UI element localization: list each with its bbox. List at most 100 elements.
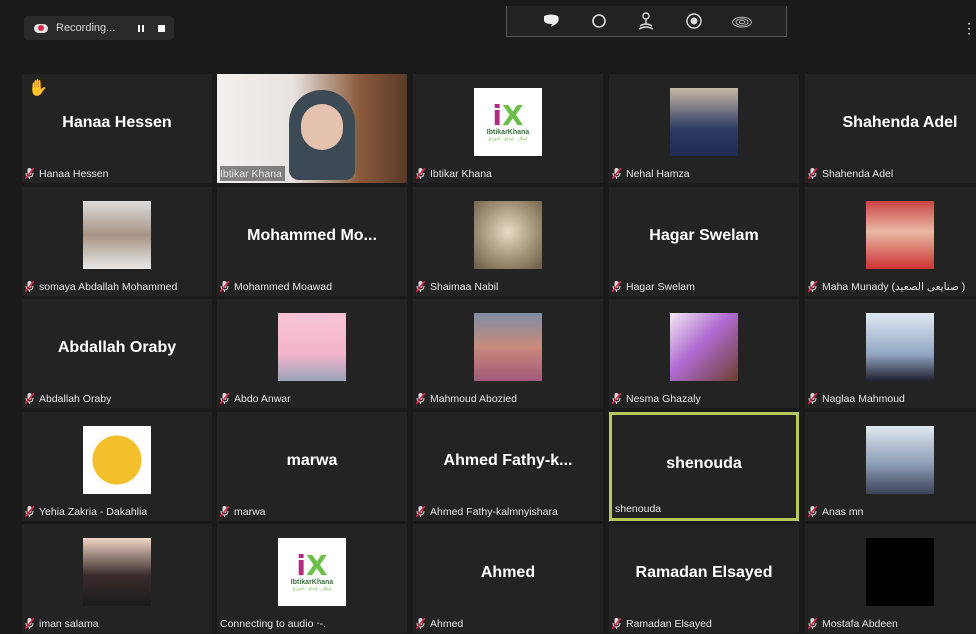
- muted-mic-icon: [416, 393, 425, 404]
- participant-name: iman salama: [39, 617, 99, 630]
- participant-photo: [83, 201, 151, 269]
- muted-mic-icon: [612, 281, 621, 292]
- participant-tile[interactable]: Ramadan Elsayed Ramadan Elsayed: [609, 524, 799, 633]
- participant-name: marwa: [234, 505, 266, 518]
- participant-photo: [670, 88, 738, 156]
- participant-name-label: Yehia Zakria - Dakahlia: [25, 504, 147, 519]
- participant-name-label: Anas mn: [808, 504, 863, 519]
- muted-mic-icon: [808, 393, 817, 404]
- participant-name: Ahmed Fathy-kalmnyishara: [430, 505, 558, 518]
- participant-tile[interactable]: Abdallah Oraby Abdallah Oraby: [22, 299, 212, 408]
- participant-tile[interactable]: Yehia Zakria - Dakahlia: [22, 412, 212, 521]
- participant-name: Nesma Ghazaly: [626, 392, 701, 405]
- participant-display-name: Hagar Swelam: [649, 227, 759, 244]
- participant-tile[interactable]: marwa marwa: [217, 412, 407, 521]
- muted-mic-icon: [808, 506, 817, 517]
- participant-tile[interactable]: Mahmoud Abozied: [413, 299, 603, 408]
- participant-photo: iX IbtikarKhana ابتكار · إبداع · اختراع: [278, 538, 346, 606]
- recording-label: Recording...: [56, 22, 116, 34]
- participant-name-label: Ibtikar Khana: [220, 166, 285, 181]
- participant-display-name: Abdallah Oraby: [57, 339, 177, 356]
- participant-tile[interactable]: Naglaa Mahmoud: [805, 299, 976, 408]
- circle-icon[interactable]: [588, 10, 610, 32]
- meeting-window: Recording... ⋮ ✋ Hanaa Hessen Hanaa Hessen…: [6, 6, 976, 634]
- participant-photo: [670, 313, 738, 381]
- participant-name: Abdo Anwar: [234, 392, 291, 405]
- participant-tile[interactable]: Mostafa Abdeen: [805, 524, 976, 633]
- participant-display-name: shenouda: [666, 455, 742, 472]
- participant-name-label: Nehal Hamza: [612, 166, 690, 181]
- stop-recording-button[interactable]: [154, 21, 168, 35]
- record-icon[interactable]: [683, 10, 705, 32]
- muted-mic-icon: [220, 506, 229, 517]
- signal-icon[interactable]: [731, 10, 753, 32]
- pause-recording-button[interactable]: [134, 21, 148, 35]
- participant-name-label: iman salama: [25, 616, 99, 631]
- muted-mic-icon: [220, 281, 229, 292]
- participant-name-label: Shahenda Adel: [808, 166, 893, 181]
- participant-name: Connecting to audio ⋅-.: [220, 617, 327, 630]
- participant-tile[interactable]: Ibtikar Khana: [217, 74, 407, 183]
- muted-mic-icon: [612, 168, 621, 179]
- muted-mic-icon: [612, 618, 621, 629]
- participant-tile[interactable]: Abdo Anwar: [217, 299, 407, 408]
- participant-name: Hanaa Hessen: [39, 167, 109, 180]
- participant-tile[interactable]: Ahmed Ahmed: [413, 524, 603, 633]
- participant-tile[interactable]: Nehal Hamza: [609, 74, 799, 183]
- participant-name: Shahenda Adel: [822, 167, 894, 180]
- participant-name-label: shenouda: [615, 501, 661, 516]
- participant-tile[interactable]: shenouda shenouda: [609, 412, 799, 521]
- participant-name: shenouda: [615, 502, 662, 515]
- participant-tile[interactable]: iman salama: [22, 524, 212, 633]
- participant-tile[interactable]: Hagar Swelam Hagar Swelam: [609, 187, 799, 296]
- participant-display-name: Hanaa Hessen: [62, 114, 172, 131]
- participant-name-label: Abdo Anwar: [220, 391, 291, 406]
- muted-mic-icon: [220, 393, 229, 404]
- muted-mic-icon: [416, 506, 425, 517]
- participant-name: Anas mn: [822, 505, 864, 518]
- participant-name: Ramadan Elsayed: [626, 617, 712, 630]
- participant-tile[interactable]: Ahmed Fathy-k... Ahmed Fathy-kalmnyishara: [413, 412, 603, 521]
- participant-tile[interactable]: iX IbtikarKhana ابتكار · إبداع · اختراع Con…: [217, 524, 407, 633]
- participant-display-name: marwa: [286, 452, 338, 469]
- more-options-icon[interactable]: ⋮: [962, 20, 976, 37]
- participant-tile[interactable]: Mohammed Mo... Mohammed Moawad: [217, 187, 407, 296]
- participant-name-label: Ramadan Elsayed: [612, 616, 712, 631]
- participant-tile[interactable]: Anas mn: [805, 412, 976, 521]
- participant-tile[interactable]: Shahenda Adel Shahenda Adel: [805, 74, 976, 183]
- muted-mic-icon: [25, 618, 34, 629]
- raised-hand-icon: ✋: [28, 80, 48, 97]
- podcast-icon[interactable]: [635, 10, 657, 32]
- participant-name: Nehal Hamza: [626, 167, 690, 180]
- muted-mic-icon: [612, 393, 621, 404]
- muted-mic-icon: [25, 168, 34, 179]
- muted-mic-icon: [416, 281, 425, 292]
- participant-photo: iX IbtikarKhana ابتكار · إبداع · اختراع: [474, 88, 542, 156]
- muted-mic-icon: [416, 168, 425, 179]
- participant-tile[interactable]: Maha Munady (صنايعى الصعيد ): [805, 187, 976, 296]
- participant-display-name: Ahmed Fathy-k...: [443, 452, 573, 469]
- participant-name-label: Shaimaa Nabil: [416, 279, 498, 294]
- muted-mic-icon: [808, 281, 817, 292]
- participant-name-label: Naglaa Mahmoud: [808, 391, 905, 406]
- cloud-record-icon: [34, 22, 48, 34]
- participant-name: somaya Abdallah Mohammed: [39, 280, 178, 293]
- participant-tile[interactable]: Shaimaa Nabil: [413, 187, 603, 296]
- participant-display-name: Shahenda Adel: [842, 114, 958, 131]
- participant-tile[interactable]: iX IbtikarKhana ابتكار · إبداع · اختراع Ibt…: [413, 74, 603, 183]
- participant-name-label: Maha Munady (صنايعى الصعيد ): [808, 279, 965, 294]
- muted-mic-icon: [808, 168, 817, 179]
- top-toolbar: [506, 6, 787, 37]
- participant-tile[interactable]: ✋ Hanaa Hessen Hanaa Hessen: [22, 74, 212, 183]
- participant-name: Maha Munady (صنايعى الصعيد ): [822, 280, 966, 293]
- participant-photo: [866, 426, 934, 494]
- participant-name: Shaimaa Nabil: [430, 280, 499, 293]
- participant-photo: [866, 538, 934, 606]
- participant-name-label: Hanaa Hessen: [25, 166, 108, 181]
- participant-tile[interactable]: somaya Abdallah Mohammed: [22, 187, 212, 296]
- muted-mic-icon: [25, 393, 34, 404]
- muted-mic-icon: [25, 506, 34, 517]
- participant-tile[interactable]: Nesma Ghazaly: [609, 299, 799, 408]
- participant-name-label: Ahmed Fathy-kalmnyishara: [416, 504, 558, 519]
- chat-icon[interactable]: [540, 10, 562, 32]
